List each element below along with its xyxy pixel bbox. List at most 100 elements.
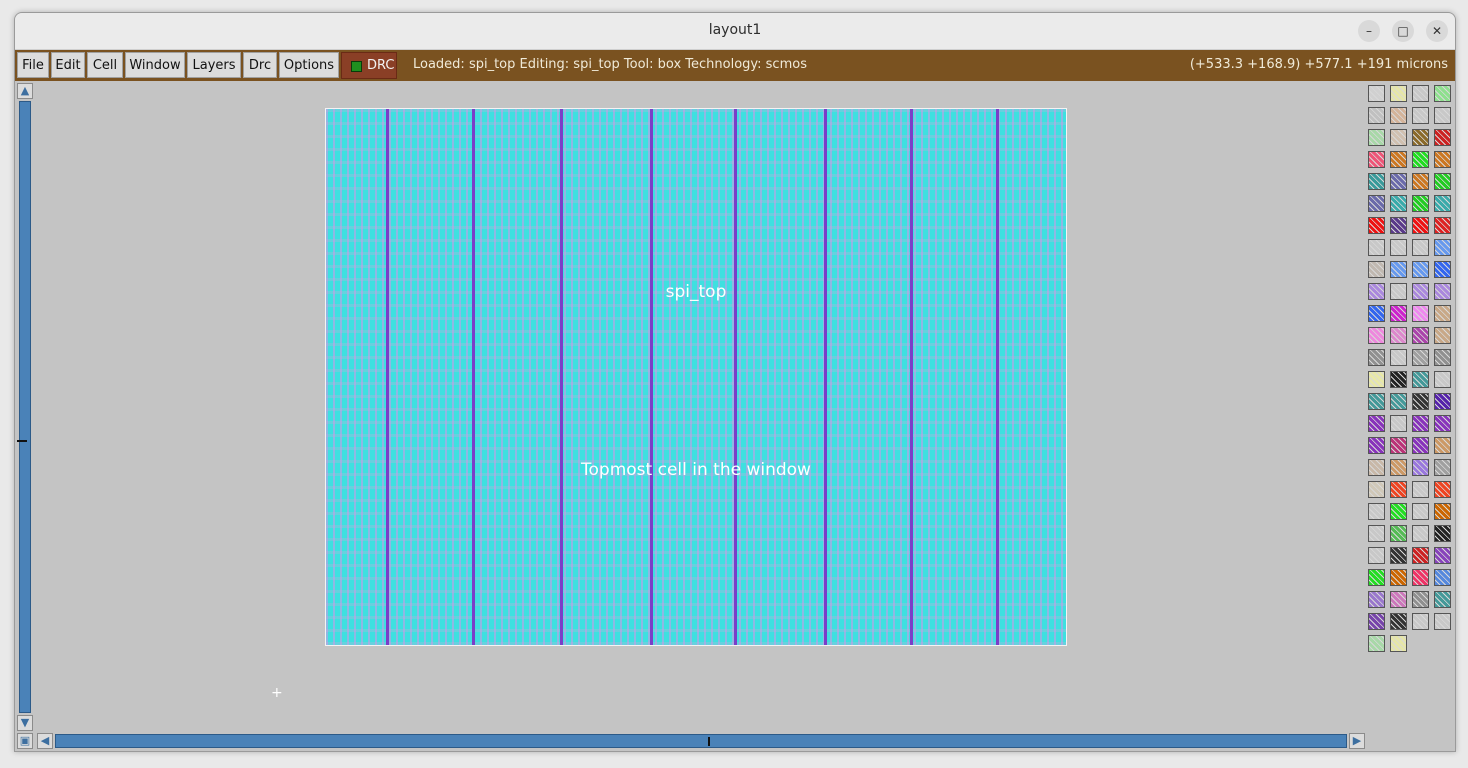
layer-swatch[interactable] (1412, 173, 1429, 190)
layer-swatch[interactable] (1390, 239, 1407, 256)
layer-swatch[interactable] (1434, 283, 1451, 300)
layer-swatch[interactable] (1412, 349, 1429, 366)
layer-swatch[interactable] (1412, 107, 1429, 124)
layer-swatch[interactable] (1368, 217, 1385, 234)
layer-swatch[interactable] (1434, 569, 1451, 586)
menu-cell[interactable]: Cell (87, 52, 123, 78)
layer-swatch[interactable] (1434, 327, 1451, 344)
layer-swatch[interactable] (1390, 481, 1407, 498)
layer-swatch[interactable] (1412, 261, 1429, 278)
menu-file[interactable]: File (17, 52, 49, 78)
layer-swatch[interactable] (1368, 195, 1385, 212)
layer-swatch[interactable] (1434, 415, 1451, 432)
arrow-left-icon[interactable]: ◀ (37, 733, 53, 749)
layer-swatch[interactable] (1434, 349, 1451, 366)
vertical-scroll-track[interactable] (17, 101, 31, 713)
layer-swatch[interactable] (1390, 195, 1407, 212)
zoom-box-icon[interactable]: ▣ (17, 733, 33, 749)
layer-swatch[interactable] (1368, 371, 1385, 388)
layer-swatch[interactable] (1412, 327, 1429, 344)
layer-swatch[interactable] (1368, 393, 1385, 410)
layer-swatch[interactable] (1368, 151, 1385, 168)
close-button[interactable]: ✕ (1426, 20, 1448, 42)
layer-swatch[interactable] (1390, 547, 1407, 564)
layer-swatch[interactable] (1390, 151, 1407, 168)
menu-layers[interactable]: Layers (187, 52, 241, 78)
layer-swatch[interactable] (1412, 503, 1429, 520)
layer-swatch[interactable] (1390, 437, 1407, 454)
minimize-button[interactable]: – (1358, 20, 1380, 42)
layer-swatch[interactable] (1368, 525, 1385, 542)
layer-swatch[interactable] (1434, 261, 1451, 278)
layer-swatch[interactable] (1368, 415, 1385, 432)
layer-swatch[interactable] (1412, 85, 1429, 102)
layer-swatch[interactable] (1412, 195, 1429, 212)
layer-swatch[interactable] (1390, 525, 1407, 542)
layer-swatch[interactable] (1434, 525, 1451, 542)
layer-swatch[interactable] (1390, 283, 1407, 300)
layer-swatch[interactable] (1412, 459, 1429, 476)
layer-swatch[interactable] (1412, 613, 1429, 630)
layer-swatch[interactable] (1368, 305, 1385, 322)
arrow-down-icon[interactable]: ▼ (17, 715, 33, 731)
layer-swatch[interactable] (1434, 459, 1451, 476)
layer-swatch[interactable] (1434, 371, 1451, 388)
layer-swatch[interactable] (1390, 349, 1407, 366)
layer-swatch[interactable] (1368, 239, 1385, 256)
layer-swatch[interactable] (1368, 173, 1385, 190)
layer-swatch[interactable] (1368, 481, 1385, 498)
layer-swatch[interactable] (1412, 547, 1429, 564)
layer-swatch[interactable] (1390, 459, 1407, 476)
layer-swatch[interactable] (1390, 173, 1407, 190)
layer-swatch[interactable] (1368, 107, 1385, 124)
drc-button[interactable]: DRC (341, 52, 397, 79)
layer-swatch[interactable] (1368, 569, 1385, 586)
layer-swatch[interactable] (1368, 349, 1385, 366)
layer-swatch[interactable] (1412, 239, 1429, 256)
layer-swatch[interactable] (1390, 107, 1407, 124)
layer-swatch[interactable] (1390, 635, 1407, 652)
layer-swatch[interactable] (1434, 481, 1451, 498)
layer-swatch[interactable] (1412, 371, 1429, 388)
layer-swatch[interactable] (1434, 217, 1451, 234)
layer-swatch[interactable] (1412, 129, 1429, 146)
layer-swatch[interactable] (1390, 371, 1407, 388)
layer-swatch[interactable] (1412, 437, 1429, 454)
layer-swatch[interactable] (1434, 129, 1451, 146)
layout-canvas[interactable]: spi_top Topmost cell in the window + (35, 83, 1365, 733)
layer-swatch[interactable] (1368, 613, 1385, 630)
layer-swatch[interactable] (1434, 195, 1451, 212)
layer-swatch[interactable] (1434, 503, 1451, 520)
layer-swatch[interactable] (1390, 393, 1407, 410)
layer-swatch[interactable] (1368, 635, 1385, 652)
vertical-scrollbar[interactable]: ▲ ▼ (17, 83, 33, 733)
layer-swatch[interactable] (1412, 393, 1429, 410)
menu-drc[interactable]: Drc (243, 52, 277, 78)
layer-swatch[interactable] (1368, 591, 1385, 608)
layer-swatch[interactable] (1390, 129, 1407, 146)
layer-swatch[interactable] (1434, 613, 1451, 630)
layer-swatch[interactable] (1412, 283, 1429, 300)
layer-swatch[interactable] (1368, 283, 1385, 300)
layer-swatch[interactable] (1412, 217, 1429, 234)
layer-swatch[interactable] (1390, 415, 1407, 432)
layer-swatch[interactable] (1390, 85, 1407, 102)
layer-swatch[interactable] (1434, 591, 1451, 608)
arrow-up-icon[interactable]: ▲ (17, 83, 33, 99)
layer-swatch[interactable] (1368, 85, 1385, 102)
menu-edit[interactable]: Edit (51, 52, 85, 78)
layer-swatch[interactable] (1368, 503, 1385, 520)
layer-swatch[interactable] (1412, 525, 1429, 542)
layer-swatch[interactable] (1434, 547, 1451, 564)
maximize-button[interactable]: □ (1392, 20, 1414, 42)
layer-swatch[interactable] (1434, 239, 1451, 256)
layer-swatch[interactable] (1434, 107, 1451, 124)
layer-swatch[interactable] (1390, 569, 1407, 586)
layer-swatch[interactable] (1368, 129, 1385, 146)
title-bar[interactable]: layout1 – □ ✕ (15, 13, 1455, 50)
cell-instance[interactable]: spi_top Topmost cell in the window (325, 108, 1067, 646)
layer-swatch[interactable] (1390, 305, 1407, 322)
layer-swatch[interactable] (1434, 305, 1451, 322)
layer-swatch[interactable] (1412, 591, 1429, 608)
layer-swatch[interactable] (1434, 393, 1451, 410)
